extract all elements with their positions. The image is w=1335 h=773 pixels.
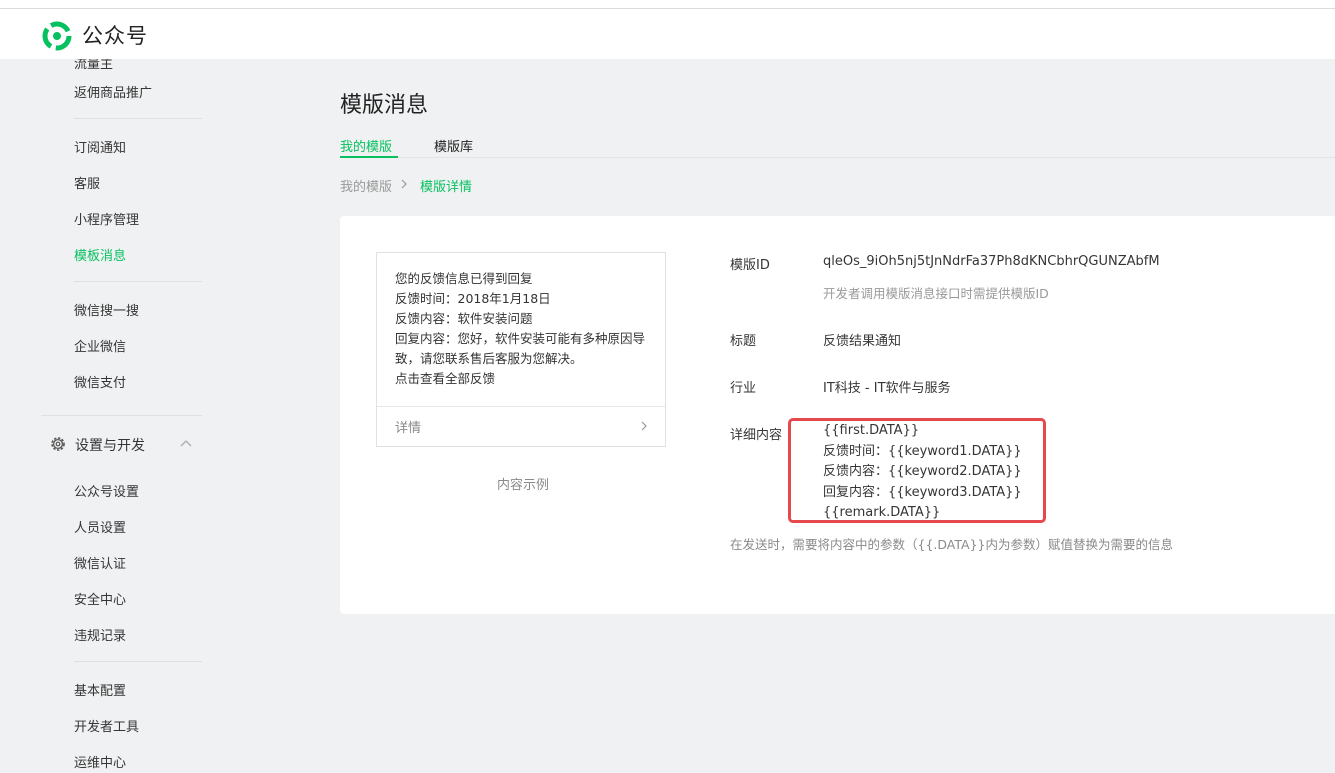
breadcrumb-template-detail: 模版详情 bbox=[420, 180, 473, 195]
sidebar-item-account-settings[interactable]: 公众号设置 bbox=[74, 481, 139, 500]
template-detail-card: 您的反馈信息已得到回复 反馈时间：2018年1月18日 反馈内容：软件安装问题 … bbox=[340, 216, 1335, 614]
page-title: 模版消息 bbox=[340, 93, 429, 118]
sidebar-section-settings-dev[interactable]: 设置与开发 bbox=[49, 434, 199, 454]
chevron-right-icon bbox=[401, 179, 407, 189]
sidebar-divider bbox=[74, 281, 202, 282]
tab-template-library[interactable]: 模版库 bbox=[434, 136, 473, 155]
preview-divider bbox=[377, 406, 665, 407]
sidebar-item-template-message[interactable]: 模板消息 bbox=[74, 245, 126, 264]
sidebar-item-wechat-pay[interactable]: 微信支付 bbox=[74, 372, 126, 391]
preview-line: 点击查看全部反馈 bbox=[395, 371, 496, 386]
preview-body: 您的反馈信息已得到回复 反馈时间：2018年1月18日 反馈内容：软件安装问题 … bbox=[395, 269, 653, 389]
sidebar: 流量主 返佣商品推广 订阅通知 客服 小程序管理 模板消息 微信搜一搜 企业微信… bbox=[0, 59, 245, 773]
sidebar-item-mini-program[interactable]: 小程序管理 bbox=[74, 209, 139, 228]
breadcrumb-my-templates[interactable]: 我的模版 bbox=[340, 176, 392, 195]
preview-line: 反馈时间：2018年1月18日 bbox=[395, 291, 551, 306]
sidebar-divider bbox=[74, 118, 202, 119]
template-id-value: qleOs_9iOh5nj5tJnNdrFa37Ph8dKNCbhrQGUNZA… bbox=[823, 254, 1160, 269]
preview-line: 反馈内容：软件安装问题 bbox=[395, 311, 533, 326]
sidebar-item-developer-tools[interactable]: 开发者工具 bbox=[74, 716, 139, 735]
sidebar-item-wecom[interactable]: 企业微信 bbox=[74, 336, 126, 355]
template-id-hint: 开发者调用模版消息接口时需提供模版ID bbox=[823, 286, 1049, 301]
preview-line: 回复内容：您好，软件安装可能有多种原因导 bbox=[395, 331, 646, 346]
tab-my-templates[interactable]: 我的模版 bbox=[340, 136, 392, 155]
industry-label: 行业 bbox=[730, 381, 757, 396]
browser-top-edge bbox=[0, 0, 1335, 9]
sidebar-item-basic-config[interactable]: 基本配置 bbox=[74, 680, 126, 699]
tabs-baseline bbox=[340, 157, 1335, 158]
sidebar-item-wechat-search[interactable]: 微信搜一搜 bbox=[74, 300, 139, 319]
sidebar-item-subscription-notice[interactable]: 订阅通知 bbox=[74, 137, 126, 156]
sidebar-item-security-center[interactable]: 安全中心 bbox=[74, 589, 126, 608]
main-content: 模版消息 我的模版 模版库 我的模版 模版详情 您的反馈信息已得到回复 反馈时间… bbox=[245, 59, 1335, 773]
highlight-annotation bbox=[788, 418, 1046, 523]
sidebar-item-verification[interactable]: 微信认证 bbox=[74, 553, 126, 572]
chevron-up-icon[interactable] bbox=[179, 436, 193, 450]
sidebar-item-partial[interactable]: 流量主 bbox=[74, 59, 113, 72]
sidebar-divider bbox=[74, 661, 202, 662]
message-preview: 您的反馈信息已得到回复 反馈时间：2018年1月18日 反馈内容：软件安装问题 … bbox=[376, 252, 666, 447]
industry-value: IT科技 - IT软件与服务 bbox=[823, 381, 951, 396]
sidebar-item-customer-service[interactable]: 客服 bbox=[74, 173, 100, 192]
title-value: 反馈结果通知 bbox=[823, 334, 902, 349]
content-footnote: 在发送时，需要将内容中的参数（{{.DATA}}内为参数）赋值替换为需要的信息 bbox=[730, 537, 1173, 552]
content-label: 详细内容 bbox=[730, 428, 783, 443]
top-header: 公众号 bbox=[0, 9, 1335, 59]
preview-line: 致，请您联系售后客服为您解决。 bbox=[395, 351, 583, 366]
brand-name[interactable]: 公众号 bbox=[82, 20, 148, 50]
sidebar-item-ops-center[interactable]: 运维中心 bbox=[74, 752, 126, 771]
active-tab-indicator bbox=[340, 156, 398, 158]
sidebar-item-rebate-promotion[interactable]: 返佣商品推广 bbox=[74, 82, 152, 101]
preview-detail-link[interactable]: 详情 bbox=[395, 417, 421, 436]
sidebar-divider bbox=[41, 415, 202, 416]
sidebar-section-label: 设置与开发 bbox=[75, 438, 145, 454]
chevron-right-icon[interactable] bbox=[639, 420, 649, 432]
preview-line: 您的反馈信息已得到回复 bbox=[395, 271, 533, 286]
template-id-label: 模版ID bbox=[730, 258, 770, 273]
gear-icon bbox=[51, 437, 65, 451]
logo-icon[interactable] bbox=[41, 20, 73, 52]
sidebar-item-violation-records[interactable]: 违规记录 bbox=[74, 625, 126, 644]
sidebar-item-member-settings[interactable]: 人员设置 bbox=[74, 517, 126, 536]
preview-caption: 内容示例 bbox=[497, 478, 550, 493]
title-label: 标题 bbox=[730, 334, 757, 349]
